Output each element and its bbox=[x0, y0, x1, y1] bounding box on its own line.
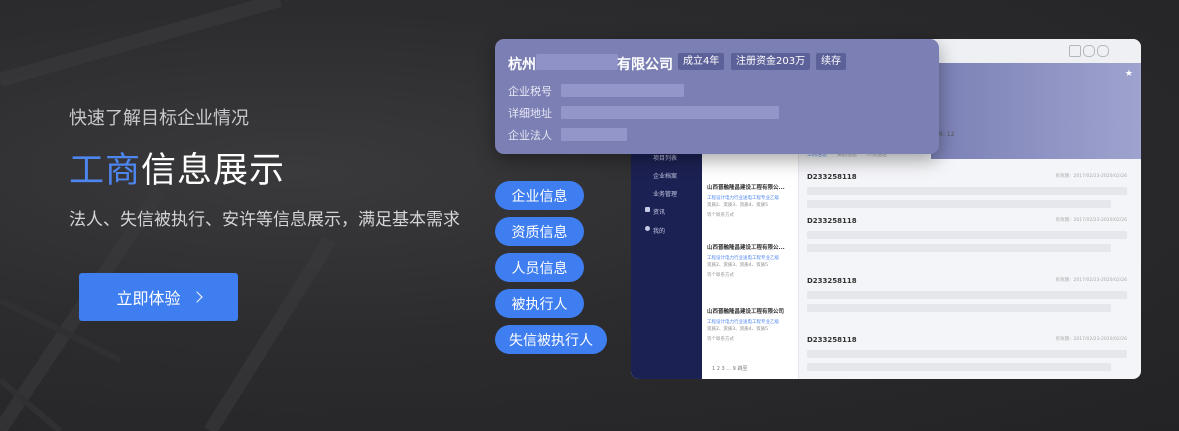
list-item: 山西晋融隆昌建设工程有限公司 工程设计电力行业送电工程专业乙级 资质2、资质3、… bbox=[707, 307, 795, 342]
pill-dishonest-executed-person[interactable]: 失信被执行人 bbox=[495, 325, 607, 354]
company-info-card: 杭州 有限公司 成立4年 注册资金203万 续存 企业税号 详细地址 企业法人 bbox=[495, 39, 939, 154]
field-value-legal-person bbox=[561, 128, 627, 141]
record-row: D233258118 有效期：2017/02/23-2020/02/26 bbox=[807, 336, 1127, 371]
window-close-icon bbox=[1097, 45, 1109, 57]
hero-subtitle: 快速了解目标企业情况 bbox=[69, 108, 249, 129]
window-menu-icon bbox=[1069, 45, 1081, 57]
record-date: 有效期：2017/02/23-2020/02/26 bbox=[1055, 174, 1128, 179]
pill-qualification-info[interactable]: 资质信息 bbox=[495, 217, 584, 246]
record-date: 有效期：2017/02/23-2020/02/26 bbox=[1055, 218, 1128, 223]
news-icon bbox=[645, 207, 650, 212]
company-name-suffix: 有限公司 bbox=[617, 57, 673, 73]
preview-header-banner bbox=[931, 63, 1141, 159]
list-item-grades: 资质2、资质3、资质4、资质5 bbox=[707, 203, 768, 208]
list-item-grades: 资质2、资质3、资质4、资质5 bbox=[707, 327, 768, 332]
record-row: D233258118 有效期：2017/02/23-2020/02/26 bbox=[807, 217, 1127, 252]
list-item-meta: 等个联系方式 bbox=[707, 337, 734, 342]
list-item-meta: 等个联系方式 bbox=[707, 213, 734, 218]
pill-company-info[interactable]: 企业信息 bbox=[495, 181, 584, 210]
tag-registered-capital: 注册资金203万 bbox=[731, 53, 811, 70]
list-item-title: 山西晋融隆昌建设工程有限公... bbox=[707, 245, 785, 251]
chevron-right-icon bbox=[190, 291, 203, 303]
record-placeholder bbox=[807, 350, 1127, 358]
company-list: 山西晋融隆昌建设工程有限公... 工程设计电力行业送电工程专业乙级 资质2、资质… bbox=[702, 153, 799, 379]
field-label-address: 详细地址 bbox=[508, 107, 552, 120]
record-placeholder bbox=[807, 363, 1111, 371]
banner: 快速了解目标企业情况 工商信息展示 法人、失信被执行、安许等信息展示，满足基本需… bbox=[0, 0, 1179, 431]
result-count: 共: 12 bbox=[937, 131, 955, 138]
list-item-meta: 等个联系方式 bbox=[707, 273, 734, 278]
list-item-grades: 资质2、资质3、资质4、资质5 bbox=[707, 263, 768, 268]
pill-personnel-info[interactable]: 人员信息 bbox=[495, 253, 584, 282]
try-now-label: 立即体验 bbox=[116, 289, 181, 308]
window-minimize-icon bbox=[1083, 45, 1095, 57]
record-date: 有效期：2017/02/23-2020/02/26 bbox=[1055, 278, 1128, 283]
company-name-redaction bbox=[536, 54, 618, 70]
nav-item-archives: 企业档案 bbox=[653, 173, 678, 180]
list-item: 山西晋融隆昌建设工程有限公... 工程设计电力行业送电工程专业乙级 资质2、资质… bbox=[707, 183, 795, 218]
record-placeholder bbox=[807, 291, 1127, 299]
record-placeholder bbox=[807, 187, 1127, 195]
list-item-qualification: 工程设计电力行业送电工程专业乙级 bbox=[707, 256, 779, 261]
nav-item-mine: 我的 bbox=[653, 228, 666, 235]
field-label-tax-id: 企业税号 bbox=[508, 85, 552, 98]
company-name-prefix: 杭州 bbox=[508, 57, 536, 73]
hero-title-highlight: 工商 bbox=[69, 151, 142, 191]
nav-item-news: 资讯 bbox=[653, 209, 666, 216]
pagination: 1 2 3 ... 9 跳至 bbox=[712, 366, 748, 372]
record-placeholder bbox=[807, 304, 1111, 312]
record-placeholder bbox=[807, 244, 1111, 252]
list-item: 山西晋融隆昌建设工程有限公... 工程设计电力行业送电工程专业乙级 资质2、资质… bbox=[707, 243, 795, 278]
list-item-title: 山西晋融隆昌建设工程有限公... bbox=[707, 185, 785, 191]
tag-status: 续存 bbox=[816, 53, 846, 70]
record-placeholder bbox=[807, 231, 1127, 239]
nav-item-projects: 项目列表 bbox=[653, 155, 678, 162]
list-item-qualification: 工程设计电力行业送电工程专业乙级 bbox=[707, 196, 779, 201]
record-row: D233258118 有效期：2017/02/23-2020/02/26 bbox=[807, 173, 1127, 208]
star-icon: ★ bbox=[1124, 69, 1133, 79]
record-date: 有效期：2017/02/23-2020/02/26 bbox=[1055, 337, 1128, 342]
user-icon bbox=[645, 226, 650, 231]
list-item-qualification: 工程设计电力行业送电工程专业乙级 bbox=[707, 320, 779, 325]
record-placeholder bbox=[807, 200, 1111, 208]
nav-item-business: 业务管理 bbox=[653, 191, 678, 198]
record-row: D233258118 有效期：2017/02/23-2020/02/26 bbox=[807, 277, 1127, 312]
field-value-tax-id bbox=[561, 84, 684, 97]
hero-title: 工商信息展示 bbox=[69, 142, 285, 193]
try-now-button[interactable]: 立即体验 bbox=[79, 273, 238, 321]
field-label-legal-person: 企业法人 bbox=[508, 129, 552, 142]
list-item-title: 山西晋融隆昌建设工程有限公司 bbox=[707, 309, 785, 315]
tag-established: 成立4年 bbox=[678, 53, 725, 70]
hero-title-rest: 信息展示 bbox=[141, 151, 286, 191]
field-value-address bbox=[561, 106, 779, 119]
hero-description: 法人、失信被执行、安许等信息展示，满足基本需求 bbox=[69, 210, 460, 230]
pill-executed-person[interactable]: 被执行人 bbox=[495, 289, 584, 318]
